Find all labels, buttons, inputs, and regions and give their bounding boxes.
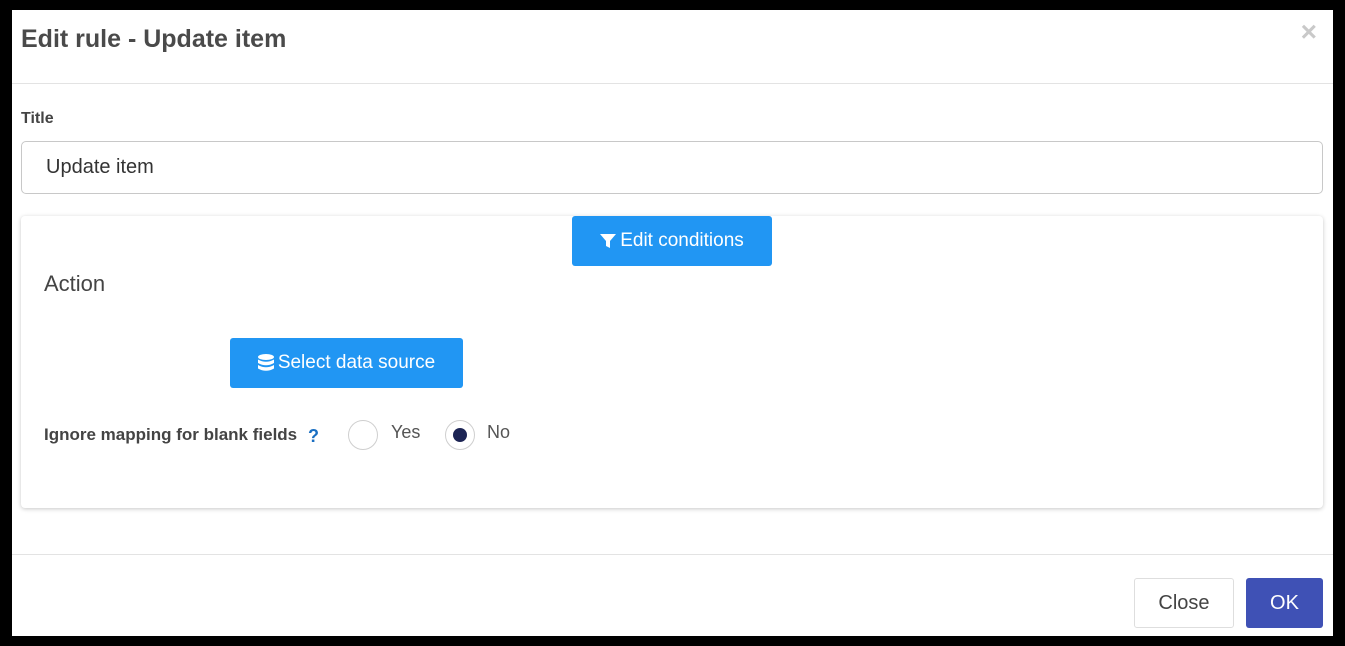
ok-button[interactable]: OK (1246, 578, 1323, 628)
action-heading: Action (44, 271, 106, 296)
radio-no[interactable] (445, 420, 475, 450)
filter-icon (600, 234, 617, 248)
radio-no-label[interactable]: No (487, 422, 510, 443)
select-data-source-label: Select data source (277, 352, 436, 373)
footer-divider (12, 554, 1333, 555)
edit-rule-dialog: Edit rule - Update item × Title Edit con… (12, 10, 1333, 636)
radio-yes-label[interactable]: Yes (391, 422, 420, 443)
close-icon[interactable]: × (1301, 18, 1317, 46)
edit-conditions-button[interactable]: Edit conditions (572, 216, 772, 266)
title-input[interactable] (21, 141, 1323, 194)
title-field-label: Title (21, 110, 54, 127)
radio-yes[interactable] (348, 420, 378, 450)
rule-card: Edit conditions Action Select data sourc… (21, 216, 1323, 508)
dialog-title: Edit rule - Update item (21, 25, 287, 53)
select-data-source-button[interactable]: Select data source (230, 338, 463, 388)
edit-conditions-label: Edit conditions (620, 230, 744, 251)
dialog-header: Edit rule - Update item × (12, 10, 1333, 84)
radio-selected-dot (453, 428, 467, 442)
help-icon[interactable]: ? (308, 426, 319, 447)
database-icon (257, 353, 274, 371)
close-button[interactable]: Close (1134, 578, 1234, 628)
ignore-mapping-label: Ignore mapping for blank fields (44, 425, 298, 444)
